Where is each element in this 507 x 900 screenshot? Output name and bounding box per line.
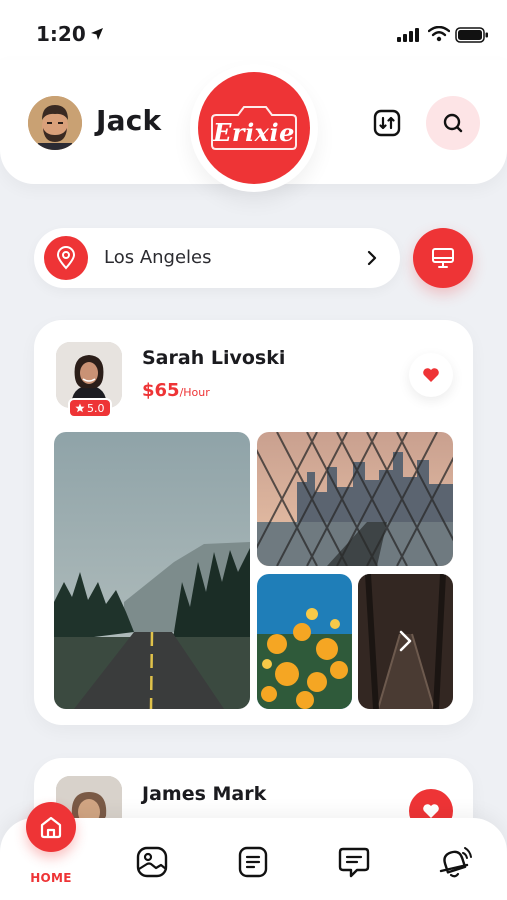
wifi-icon [428, 26, 450, 42]
tab-gallery[interactable] [132, 842, 172, 882]
gallery-icon [136, 846, 168, 878]
bottom-tab-bar [0, 818, 507, 900]
portfolio-photo-city[interactable] [257, 432, 453, 566]
rating-value: 5.0 [87, 401, 105, 415]
road-forest-image [54, 432, 250, 709]
photographer-name: Sarah Livoski [142, 347, 286, 369]
filter-button[interactable] [372, 108, 402, 138]
heart-icon [423, 804, 439, 818]
location-city: Los Angeles [104, 247, 212, 268]
location-selector[interactable]: Los Angeles [34, 228, 400, 288]
star-icon [75, 403, 85, 413]
app-logo[interactable]: Erixie [198, 72, 310, 184]
tab-messages[interactable] [334, 842, 374, 882]
price: $65/Hour [142, 380, 210, 401]
user-name: Jack [96, 104, 162, 137]
logo-text: Erixie [213, 117, 295, 147]
price-unit: /Hour [179, 386, 210, 399]
chat-icon [338, 847, 370, 878]
user-avatar[interactable] [28, 96, 82, 150]
filter-icon [373, 109, 401, 137]
tab-home[interactable] [26, 802, 76, 852]
price-amount: $65 [142, 380, 180, 401]
battery-icon [455, 27, 488, 43]
cellular-signal-icon [397, 28, 419, 42]
notification-icon [439, 847, 472, 878]
display-mode-button[interactable] [413, 228, 473, 288]
photographer-card[interactable]: 5.0 Sarah Livoski $65/Hour [34, 320, 473, 725]
location-pin-icon [56, 246, 76, 270]
portfolio-photo-road[interactable] [54, 432, 250, 709]
heart-icon [423, 368, 439, 382]
portfolio-photo-flowers[interactable] [257, 574, 352, 709]
flowers-image [257, 574, 352, 709]
tab-documents[interactable] [233, 842, 273, 882]
chevron-right-icon [399, 630, 412, 652]
favorite-button[interactable] [409, 353, 453, 397]
search-button[interactable] [426, 96, 480, 150]
city-fence-image [257, 432, 453, 566]
logo-container: Erixie [190, 64, 318, 192]
status-time: 1:20 [36, 22, 86, 46]
monitor-icon [432, 248, 454, 268]
tab-home-label: HOME [30, 871, 72, 885]
rating-badge: 5.0 [68, 398, 112, 418]
photographer-name: James Mark [142, 783, 267, 805]
home-icon [40, 816, 62, 839]
avatar-illustration [28, 96, 82, 150]
location-pin-badge [44, 236, 88, 280]
chevron-right-icon [367, 250, 377, 266]
tab-notifications[interactable] [436, 842, 476, 882]
document-icon [238, 846, 268, 878]
search-icon [443, 113, 463, 133]
portfolio-more-button[interactable] [358, 574, 453, 709]
location-arrow-icon [91, 28, 103, 40]
